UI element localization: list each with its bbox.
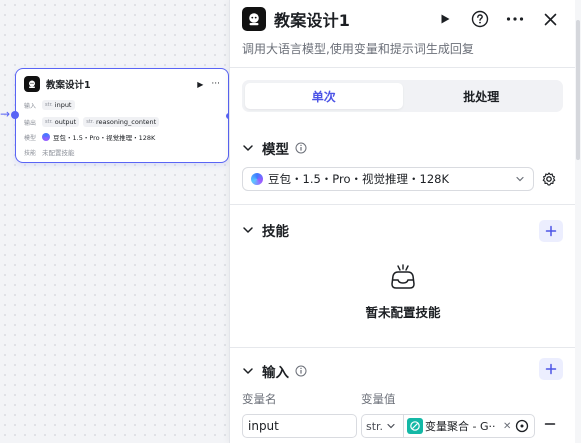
chip-type: str. — [45, 119, 53, 125]
chevron-down-icon — [387, 423, 395, 429]
add-skill-button[interactable] — [539, 220, 563, 242]
minus-icon — [544, 423, 556, 425]
plus-icon — [545, 363, 557, 375]
tab-single[interactable]: 单次 — [245, 83, 403, 109]
scrollbar-thumb[interactable] — [576, 20, 580, 160]
clear-value-icon[interactable]: ✕ — [503, 421, 511, 432]
panel-description[interactable]: 调用大语言模型,使用变量和提示词生成回复 — [242, 40, 474, 57]
model-brand-icon — [42, 133, 50, 141]
skills-empty-text: 暂未配置技能 — [365, 305, 441, 320]
node-model-value: 豆包・1.5・Pro・视觉推理・128K — [53, 134, 156, 142]
info-icon[interactable] — [295, 142, 307, 154]
variable-aggregate-icon — [407, 418, 423, 434]
skills-section-header[interactable]: 技能 — [242, 220, 295, 240]
node-config-panel: 教案设计1 调用大语言模型,使用变量和提示词生成回复 单次 批处理 模型 豆包・… — [229, 0, 576, 443]
node-title: 教案设计1 — [46, 80, 91, 91]
play-icon[interactable] — [431, 7, 459, 31]
panel-title[interactable]: 教案设计1 — [274, 7, 424, 31]
add-input-button[interactable] — [539, 358, 563, 380]
chevron-down-icon[interactable] — [242, 365, 254, 377]
input-section-title: 输入 — [262, 365, 289, 381]
model-section-header[interactable]: 模型 — [242, 138, 307, 158]
node-skill-label: 技能 — [24, 149, 37, 157]
divider — [230, 347, 576, 348]
model-section-title: 模型 — [262, 142, 289, 158]
node-input-label: 输入 — [24, 102, 37, 110]
node-logo-icon — [24, 76, 40, 92]
node-input-port[interactable] — [11, 111, 19, 119]
variable-value-field[interactable]: 变量聚合 - G·· ✕ — [403, 414, 535, 438]
node-output-chip: str. reasoning_content — [83, 117, 160, 127]
skills-section-title: 技能 — [262, 224, 289, 240]
chevron-down-icon — [516, 176, 524, 182]
node-skill-value: 未配置技能 — [42, 149, 75, 157]
info-icon[interactable] — [295, 365, 307, 377]
more-icon[interactable] — [501, 7, 529, 31]
node-input-chip: str. input — [42, 100, 75, 110]
node-more-icon[interactable]: ··· — [211, 79, 220, 89]
chip-type: str. — [86, 119, 94, 125]
node-model-label: 模型 — [24, 134, 37, 142]
model-select[interactable]: 豆包・1.5・Pro・视觉推理・128K — [242, 167, 534, 191]
chip-name: reasoning_content — [95, 118, 157, 126]
empty-skill-icon — [391, 264, 415, 289]
run-mode-tabs: 单次 批处理 — [242, 80, 563, 112]
variable-type-select[interactable]: str. — [361, 414, 403, 438]
chevron-down-icon[interactable] — [242, 224, 254, 236]
edge-arrow-icon: → — [0, 107, 11, 121]
panel-header: 教案设计1 — [242, 5, 564, 33]
column-header-var-value: 变量值 — [361, 392, 396, 406]
help-icon[interactable] — [466, 7, 494, 31]
input-section-header[interactable]: 输入 — [242, 361, 307, 381]
model-select-value: 豆包・1.5・Pro・视觉推理・128K — [268, 172, 450, 186]
variable-value-text: 变量聚合 - G·· — [425, 420, 496, 433]
chip-name: input — [54, 101, 72, 109]
node-output-label: 输出 — [24, 119, 37, 127]
remove-input-button[interactable] — [544, 418, 556, 432]
close-icon[interactable] — [536, 7, 564, 31]
node-run-icon[interactable]: ▶ — [197, 80, 203, 89]
target-icon[interactable] — [515, 419, 529, 433]
chip-name: output — [54, 118, 77, 126]
variable-name-input[interactable]: input — [242, 414, 357, 438]
panel-scrollbar[interactable] — [575, 0, 581, 443]
chevron-down-icon[interactable] — [242, 142, 254, 154]
column-header-var-name: 变量名 — [242, 392, 277, 406]
divider — [230, 67, 576, 68]
plus-icon — [545, 225, 557, 237]
llm-node-card[interactable]: 教案设计1 ▶ ··· 输入 str. input 输出 str. output… — [11, 68, 232, 163]
variable-type-value: str. — [366, 419, 384, 433]
gear-icon[interactable] — [542, 172, 556, 186]
panel-logo-icon — [242, 7, 266, 31]
divider — [230, 204, 576, 205]
chip-type: str. — [45, 102, 53, 108]
node-output-chip: str. output — [42, 117, 80, 127]
tab-batch[interactable]: 批处理 — [403, 83, 561, 109]
model-brand-icon — [251, 173, 263, 185]
